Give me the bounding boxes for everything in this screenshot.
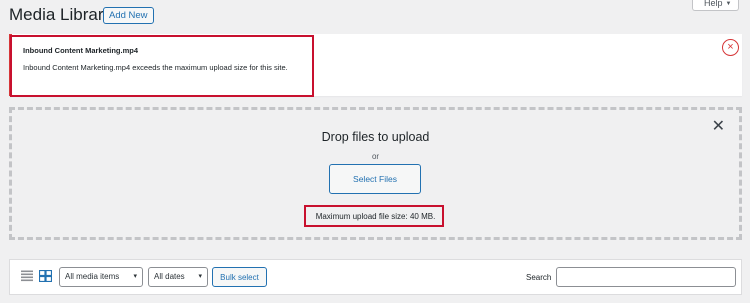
chevron-down-icon: ▾	[133, 273, 137, 280]
upload-error-notice: Inbound Content Marketing.mp4 Inbound Co…	[9, 34, 742, 96]
help-tab-label: Help	[704, 0, 723, 8]
bulk-select-button[interactable]: Bulk select	[212, 267, 267, 287]
upload-dropzone[interactable]: ✕ Drop files to upload or Select Files M…	[9, 107, 742, 240]
date-filter-value: All dates	[154, 272, 185, 281]
dismiss-error-icon[interactable]: ×	[722, 39, 739, 56]
error-message: Inbound Content Marketing.mp4 exceeds th…	[23, 63, 288, 72]
search-label: Search	[526, 273, 552, 282]
media-type-filter-value: All media items	[65, 272, 120, 281]
media-type-filter[interactable]: All media items ▾	[59, 267, 143, 287]
select-files-button[interactable]: Select Files	[329, 164, 421, 194]
grid-view-icon[interactable]	[39, 270, 52, 282]
error-filename: Inbound Content Marketing.mp4	[23, 46, 138, 55]
media-toolbar: All media items ▾ All dates ▾ Bulk selec…	[9, 259, 742, 295]
list-view-icon[interactable]	[21, 270, 33, 282]
date-filter[interactable]: All dates ▾	[148, 267, 208, 287]
caret-down-icon: ▼	[725, 1, 732, 7]
or-text: or	[371, 152, 380, 161]
max-upload-size: Maximum upload file size: 40 MB.	[315, 212, 436, 221]
page-title: Media Library	[9, 5, 112, 24]
add-new-button[interactable]: Add New	[103, 7, 154, 24]
help-tab[interactable]: Help ▼	[692, 0, 739, 11]
drop-files-title: Drop files to upload	[321, 130, 430, 144]
search-input[interactable]	[556, 267, 736, 287]
chevron-down-icon: ▾	[198, 273, 202, 280]
